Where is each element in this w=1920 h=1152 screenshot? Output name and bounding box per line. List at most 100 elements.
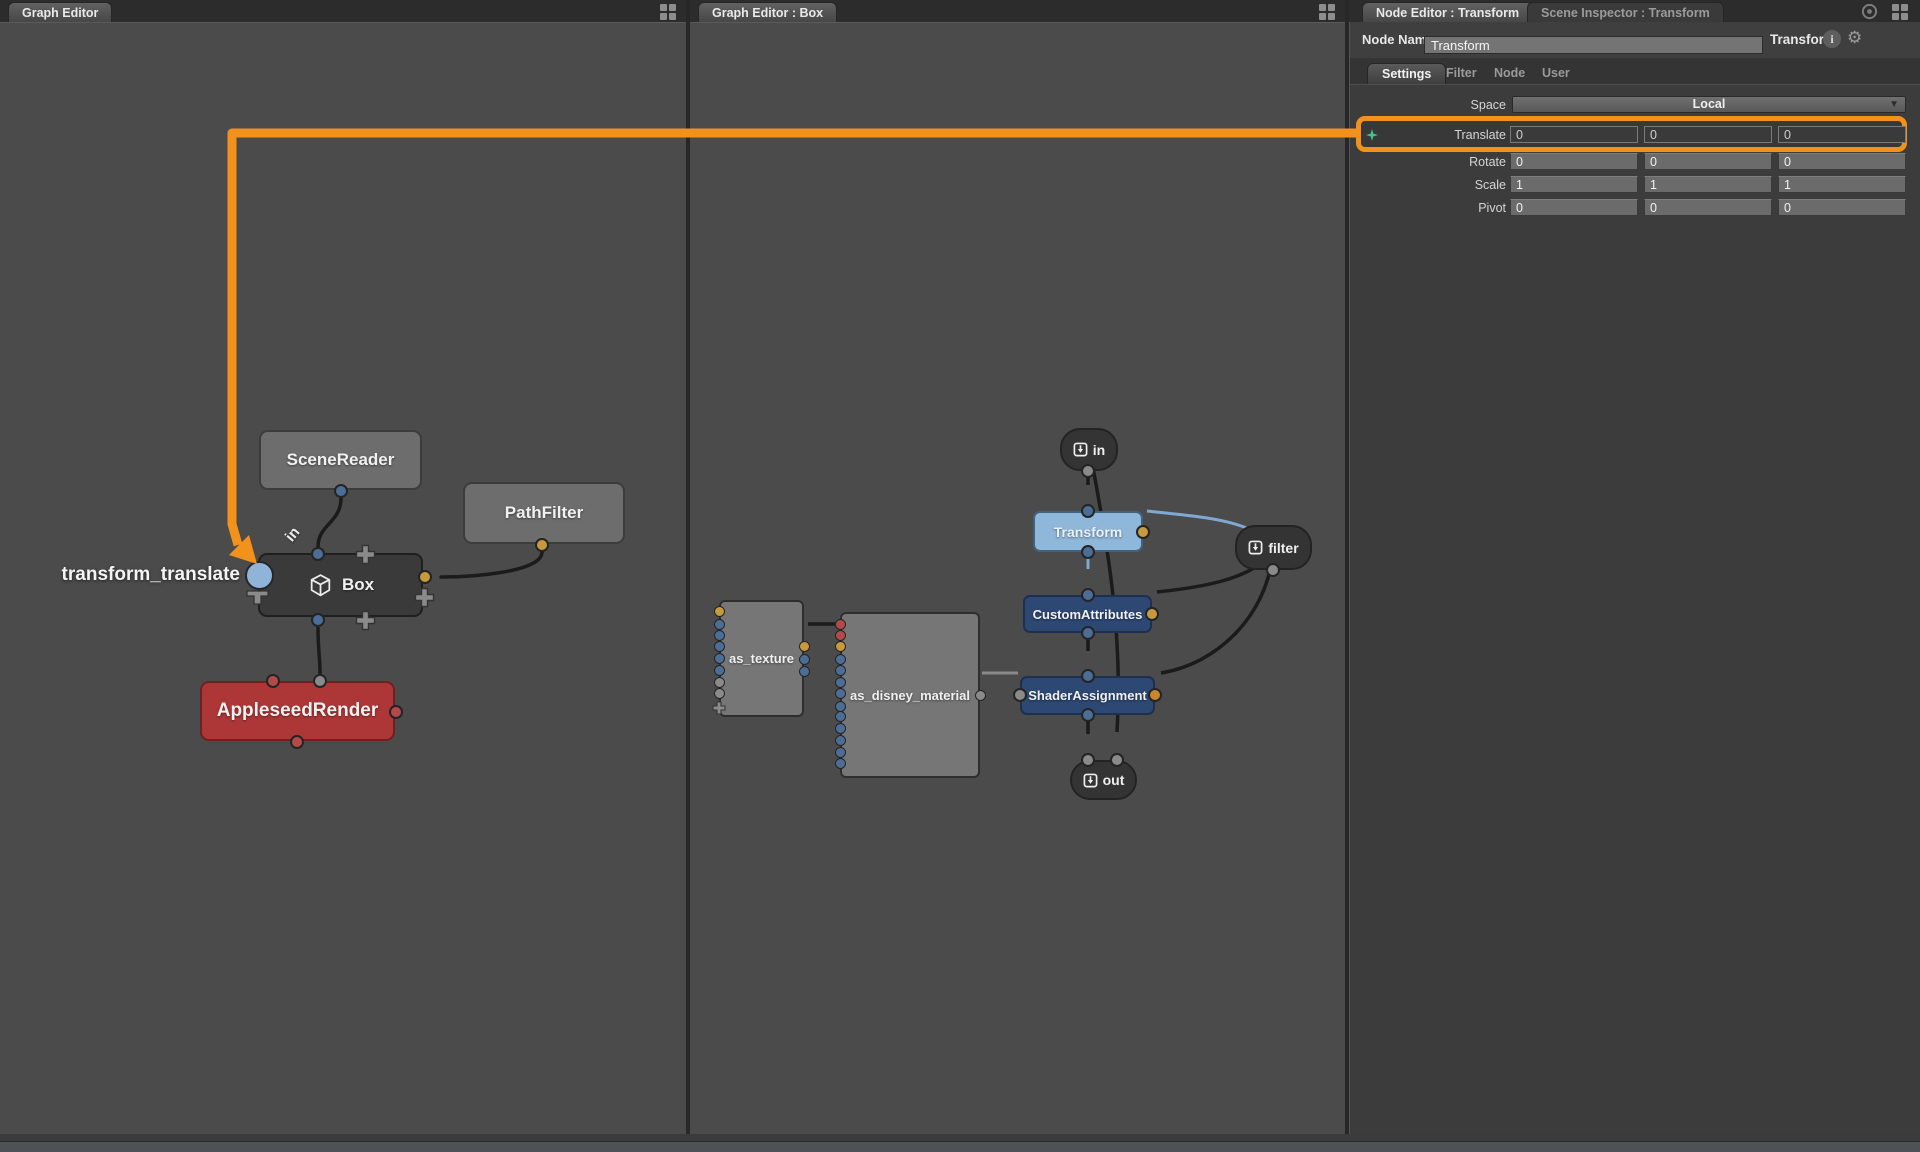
plug[interactable]	[835, 688, 846, 699]
target-icon[interactable]	[1861, 3, 1878, 20]
plug[interactable]	[835, 677, 846, 688]
plug[interactable]	[835, 723, 846, 734]
translate-x-input[interactable]	[1510, 126, 1638, 143]
plug[interactable]	[835, 701, 846, 712]
tab-graph-editor[interactable]: Graph Editor	[8, 2, 112, 22]
plug[interactable]	[835, 758, 846, 769]
plug-in[interactable]	[311, 547, 325, 561]
plug-in[interactable]	[313, 674, 327, 688]
gear-icon[interactable]: ⚙	[1847, 28, 1862, 48]
plug[interactable]	[290, 735, 304, 749]
rotate-y-input[interactable]	[1644, 153, 1772, 170]
translate-y-input[interactable]	[1644, 126, 1772, 143]
node-label: CustomAttributes	[1033, 607, 1143, 622]
plug[interactable]	[714, 641, 725, 652]
plug-in[interactable]	[1081, 588, 1095, 602]
space-dropdown[interactable]: Local ▼	[1512, 96, 1906, 113]
plug[interactable]	[714, 665, 725, 676]
plug-out[interactable]	[1081, 708, 1095, 722]
rotate-z-input[interactable]	[1778, 153, 1906, 170]
plug-in[interactable]	[1081, 669, 1095, 683]
plug-out[interactable]	[334, 484, 348, 498]
node-as-texture[interactable]: as_texture	[719, 600, 804, 717]
tab-user[interactable]: User	[1528, 63, 1584, 84]
plus-icon[interactable]	[712, 701, 726, 715]
node-scenereader[interactable]: SceneReader	[259, 430, 422, 490]
graph-editor-panel: Graph Editor SceneReader PathFilter	[0, 0, 686, 1134]
graph-canvas[interactable]: as_texture as_disney_material	[690, 22, 1345, 1134]
panel-menu-grid-icon[interactable]	[1892, 4, 1908, 20]
plug-out[interactable]	[1081, 545, 1095, 559]
plug[interactable]	[714, 630, 725, 641]
plug[interactable]	[714, 606, 725, 617]
tab-node-editor[interactable]: Node Editor : Transform	[1362, 2, 1533, 22]
plug[interactable]	[389, 705, 403, 719]
promoted-translate-plug[interactable]	[245, 561, 274, 590]
plug-filter[interactable]	[1136, 525, 1150, 539]
row-label-pivot: Pivot	[1350, 201, 1506, 215]
plus-icon[interactable]	[355, 610, 376, 631]
scale-z-input[interactable]	[1778, 176, 1906, 193]
node-as-disney-material[interactable]: as_disney_material	[840, 612, 980, 778]
plug[interactable]	[266, 674, 280, 688]
plug-filter[interactable]	[1145, 607, 1159, 621]
plug-in[interactable]	[1110, 753, 1124, 767]
plug[interactable]	[714, 677, 725, 688]
plug-shader[interactable]	[1013, 688, 1027, 702]
wire[interactable]	[318, 498, 341, 547]
scale-y-input[interactable]	[1644, 176, 1772, 193]
plug[interactable]	[835, 630, 846, 641]
plug-out[interactable]	[1081, 626, 1095, 640]
tab-graph-editor-box[interactable]: Graph Editor : Box	[698, 2, 837, 22]
plug[interactable]	[714, 619, 725, 630]
plug[interactable]	[714, 688, 725, 699]
plus-icon[interactable]	[414, 587, 435, 608]
row-label-translate: Translate	[1350, 128, 1506, 142]
plug[interactable]	[714, 653, 725, 664]
rotate-x-input[interactable]	[1510, 153, 1638, 170]
plug[interactable]	[835, 619, 846, 630]
translate-z-input[interactable]	[1778, 126, 1906, 143]
plug[interactable]	[835, 665, 846, 676]
plug[interactable]	[835, 641, 846, 652]
panel-header: Graph Editor	[0, 0, 686, 22]
panel-menu-grid-icon[interactable]	[1319, 4, 1335, 20]
plug-in[interactable]	[1081, 753, 1095, 767]
node-name-input[interactable]	[1424, 36, 1763, 54]
plug[interactable]	[835, 735, 846, 746]
scale-x-input[interactable]	[1510, 176, 1638, 193]
plus-icon[interactable]	[355, 544, 376, 565]
plug-out[interactable]	[975, 690, 986, 701]
plug-out[interactable]	[1266, 563, 1280, 577]
node-appleseedrender[interactable]: AppleseedRender	[200, 681, 395, 741]
pivot-x-input[interactable]	[1510, 199, 1638, 216]
node-pathfilter[interactable]: PathFilter	[463, 482, 625, 544]
plug[interactable]	[835, 747, 846, 758]
graph-canvas[interactable]: SceneReader PathFilter Box	[0, 22, 686, 1134]
tab-scene-inspector[interactable]: Scene Inspector : Transform	[1527, 2, 1724, 22]
nodule-tab-icon[interactable]	[246, 590, 269, 605]
node-name-section: Node Name Transform i ⚙	[1349, 22, 1920, 58]
wire[interactable]	[318, 628, 320, 673]
plug-out-bottom[interactable]	[311, 613, 325, 627]
plug-out[interactable]	[1081, 464, 1095, 478]
plug-filter[interactable]	[1148, 688, 1162, 702]
box-arrow-icon	[1248, 540, 1263, 555]
plug-out[interactable]	[418, 570, 432, 584]
plug[interactable]	[835, 711, 846, 722]
plug-out[interactable]	[535, 538, 549, 552]
pivot-z-input[interactable]	[1778, 199, 1906, 216]
node-out[interactable]: out	[1070, 760, 1137, 800]
panel-menu-grid-icon[interactable]	[660, 4, 676, 20]
wire[interactable]	[1161, 552, 1273, 673]
plug[interactable]	[799, 666, 810, 677]
plug-in[interactable]	[1081, 504, 1095, 518]
info-icon[interactable]: i	[1823, 30, 1841, 48]
node-label: SceneReader	[287, 450, 395, 470]
pivot-y-input[interactable]	[1644, 199, 1772, 216]
node-box[interactable]: Box	[258, 553, 423, 617]
plug[interactable]	[835, 654, 846, 665]
plug[interactable]	[799, 641, 810, 652]
plug[interactable]	[799, 654, 810, 665]
wire[interactable]	[441, 552, 542, 577]
